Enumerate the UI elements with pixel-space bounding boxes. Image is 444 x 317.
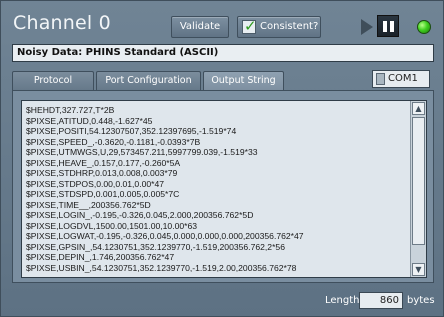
com-port-selector[interactable]: COM1 — [372, 70, 430, 88]
instrument-window: Channel 0 Validate ✓ Consistent? Noisy D… — [0, 0, 444, 317]
output-line: $PIXSE,LOGWAT,-0.195,-0.326,0.045,0.000,… — [26, 231, 304, 241]
bytes-unit-label: bytes — [407, 295, 435, 306]
tab-output-string[interactable]: Output String — [203, 71, 284, 91]
length-label: Length — [325, 295, 360, 306]
output-line: $PIXSE,SPEED_,-0.3620,-0.1181,-0.0393*7B — [26, 136, 201, 147]
output-line: $PIXSE,DEPIN_,1.746,200356.762*47 — [26, 252, 175, 262]
pause-button[interactable] — [377, 15, 399, 37]
channel-title: Channel 0 — [13, 12, 111, 34]
pause-icon — [390, 21, 394, 32]
checkmark-icon: ✓ — [244, 17, 257, 35]
validate-button[interactable]: Validate — [171, 16, 229, 38]
output-line: $PIXSE,TIME__,200356.762*5D — [26, 199, 151, 210]
checkbox-box[interactable]: ✓ — [242, 17, 257, 35]
length-value: 860 — [359, 292, 403, 309]
scroll-up-icon[interactable]: ▲ — [412, 102, 425, 115]
consistent-label: Consistent? — [260, 21, 319, 32]
output-line: $HEHDT,327.727,T*2B — [26, 105, 115, 115]
output-line: $PIXSE,ATITUD,0.448,-1.627*45 — [26, 115, 153, 126]
output-line: $PIXSE,STDSPD,0.001,0.005,0.005*7C — [26, 189, 180, 199]
scroll-down-icon[interactable]: ▼ — [412, 263, 425, 276]
output-line: $PIXSE,UTMWGS,U,29,573457.211,5997799.03… — [26, 147, 258, 157]
port-icon — [376, 73, 385, 85]
vertical-scrollbar[interactable]: ▲ ▼ — [410, 101, 426, 277]
output-line: $PIXSE,LOGDVL,1500.00,1501.00,10.00*63 — [26, 220, 198, 231]
play-icon[interactable] — [361, 19, 373, 35]
output-string-textbox[interactable]: $HEHDT,327.727,T*2B $PIXSE,ATITUD,0.448,-… — [21, 100, 427, 278]
tab-protocol-selector[interactable]: Protocol Selector — [12, 71, 94, 103]
scroll-thumb[interactable] — [412, 117, 425, 245]
com-port-value: COM1 — [388, 73, 418, 84]
output-line: $PIXSE,LOGIN_,-0.195,-0.326,0.045,2.000,… — [26, 210, 254, 220]
output-line: $PIXSE,POSITI,54.12307507,352.12397695,-… — [26, 126, 237, 136]
output-line: $PIXSE,USBIN_,54.1230751,352.1239770,-1.… — [26, 262, 297, 273]
output-line: $PIXSE,STDHRP,0.013,0.008,0.003*79 — [26, 168, 178, 178]
output-line: $PIXSE,GPSIN_,54.1230751,352.1239770,-1.… — [26, 241, 285, 252]
output-line: $PIXSE,HEAVE_,0.157,0.177,-0.260*5A — [26, 157, 181, 168]
data-source-name: Noisy Data: PHINS Standard (ASCII) — [12, 44, 434, 62]
pause-icon — [383, 21, 387, 32]
status-led-icon — [417, 20, 431, 34]
output-lines: $HEHDT,327.727,T*2B $PIXSE,ATITUD,0.448,-… — [26, 105, 406, 273]
consistent-checkbox[interactable]: ✓ Consistent? — [237, 16, 321, 38]
output-line: $PIXSE,STDPOS,0.00,0.01,0.00*47 — [26, 178, 165, 189]
tab-port-configuration[interactable]: Port Configuration — [96, 71, 201, 90]
